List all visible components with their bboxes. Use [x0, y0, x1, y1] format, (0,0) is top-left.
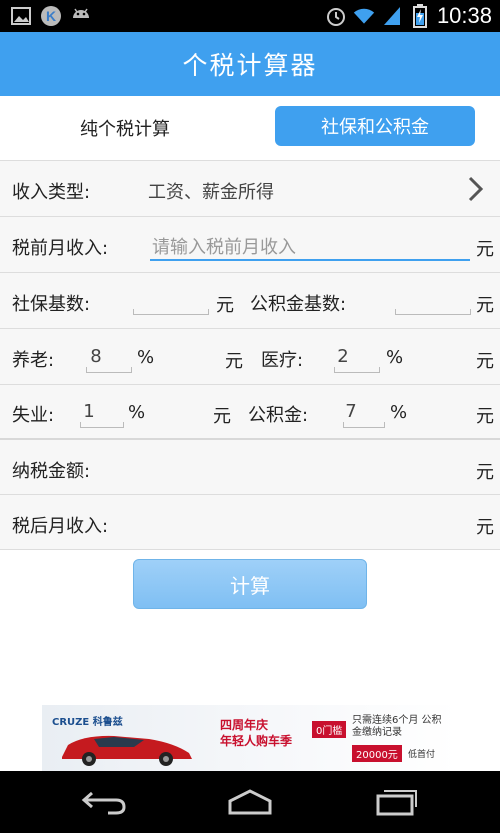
pension-input[interactable]: [86, 359, 132, 373]
app-bar: 个税计算器: [0, 32, 500, 96]
wifi-icon: [353, 5, 375, 27]
fund-input[interactable]: [343, 414, 385, 428]
ad-brand: CRUZE 科鲁兹: [52, 717, 123, 728]
pretax-income-row: 税前月收入: 请输入税前月收入 元: [0, 216, 500, 272]
ad-text: 只需连续6个月 公积金缴纳记录: [352, 715, 442, 738]
status-time: 10:38: [436, 3, 492, 28]
income-type-value: 工资、薪金所得: [148, 182, 274, 203]
fund-base-input[interactable]: [395, 301, 471, 315]
status-bar: K 10:38: [0, 0, 500, 32]
medical-label: 医疗:: [261, 350, 304, 371]
battery-icon: [409, 4, 431, 28]
social-base-unit: 元: [216, 295, 234, 316]
android-icon: [70, 5, 92, 27]
base-row: 社保基数: 元 公积金基数: 元: [0, 272, 500, 328]
recent-apps-icon[interactable]: [370, 787, 422, 817]
ad-price-note: 低首付: [408, 750, 436, 760]
back-icon[interactable]: [78, 787, 130, 817]
ad-promo-line: 四周年庆: [220, 718, 269, 732]
fund-label: 公积金:: [248, 405, 309, 426]
unemployment-label: 失业:: [12, 405, 55, 426]
fund-unit: 元: [476, 406, 494, 427]
unemployment-percent: %: [128, 402, 146, 423]
pretax-income-input[interactable]: 请输入税前月收入: [150, 233, 470, 261]
social-base-label: 社保基数:: [12, 294, 91, 315]
after-tax-unit: 元: [476, 517, 494, 538]
income-type-row[interactable]: 收入类型: 工资、薪金所得: [0, 160, 500, 216]
medical-input[interactable]: [334, 359, 380, 373]
tax-amount-label: 纳税金额:: [12, 461, 91, 482]
car-image: [62, 735, 192, 766]
social-base-input[interactable]: [133, 301, 209, 315]
unemployment-fund-row: 失业: 1 % 元 公积金: 7 % 元: [0, 384, 500, 438]
pretax-unit: 元: [476, 239, 494, 260]
unemployment-unit: 元: [213, 406, 231, 427]
tab-social-insurance[interactable]: 社保和公积金: [275, 106, 475, 146]
tax-amount-row: 纳税金额: 元: [0, 438, 500, 494]
fund-base-label: 公积金基数:: [250, 294, 347, 315]
tab-pure-tax[interactable]: 纯个税计算: [20, 108, 230, 148]
tax-amount-unit: 元: [476, 462, 494, 483]
image-icon: [10, 5, 32, 27]
pension-label: 养老:: [12, 350, 55, 371]
k-app-icon: K: [40, 5, 62, 27]
ad-promo: 四周年庆 年轻人购车季: [220, 717, 292, 749]
unemployment-input[interactable]: [80, 414, 124, 428]
svg-text:K: K: [46, 8, 56, 24]
home-icon[interactable]: [224, 787, 276, 817]
pension-percent: %: [137, 347, 155, 368]
ad-promo-sub: 年轻人购车季: [220, 734, 293, 748]
signal-icon: [381, 5, 403, 27]
alarm-icon: [325, 5, 347, 27]
pension-unit: 元: [225, 351, 243, 372]
ad-price: 20000元: [352, 745, 402, 762]
ad-badge: 0门槛: [312, 721, 347, 738]
page-title: 个税计算器: [182, 51, 318, 80]
medical-unit: 元: [476, 351, 494, 372]
income-type-label: 收入类型:: [12, 182, 91, 203]
after-tax-label: 税后月收入:: [12, 516, 109, 537]
mode-tabs: 纯个税计算 社保和公积金: [0, 96, 500, 160]
chevron-right-icon: [466, 175, 486, 203]
pretax-income-label: 税前月收入:: [12, 238, 109, 259]
ad-banner[interactable]: CRUZE 科鲁兹 四周年庆 年轻人购车季 0门槛 只需连续6个月 公积金缴纳记…: [42, 705, 458, 771]
pension-medical-row: 养老: 8 % 元 医疗: 2 % 元: [0, 328, 500, 384]
fund-base-unit: 元: [476, 295, 494, 316]
after-tax-row: 税后月收入: 元: [0, 494, 500, 550]
fund-percent: %: [390, 402, 408, 423]
medical-percent: %: [386, 347, 404, 368]
calculate-button[interactable]: 计算: [133, 559, 367, 609]
navigation-bar: [0, 771, 500, 833]
